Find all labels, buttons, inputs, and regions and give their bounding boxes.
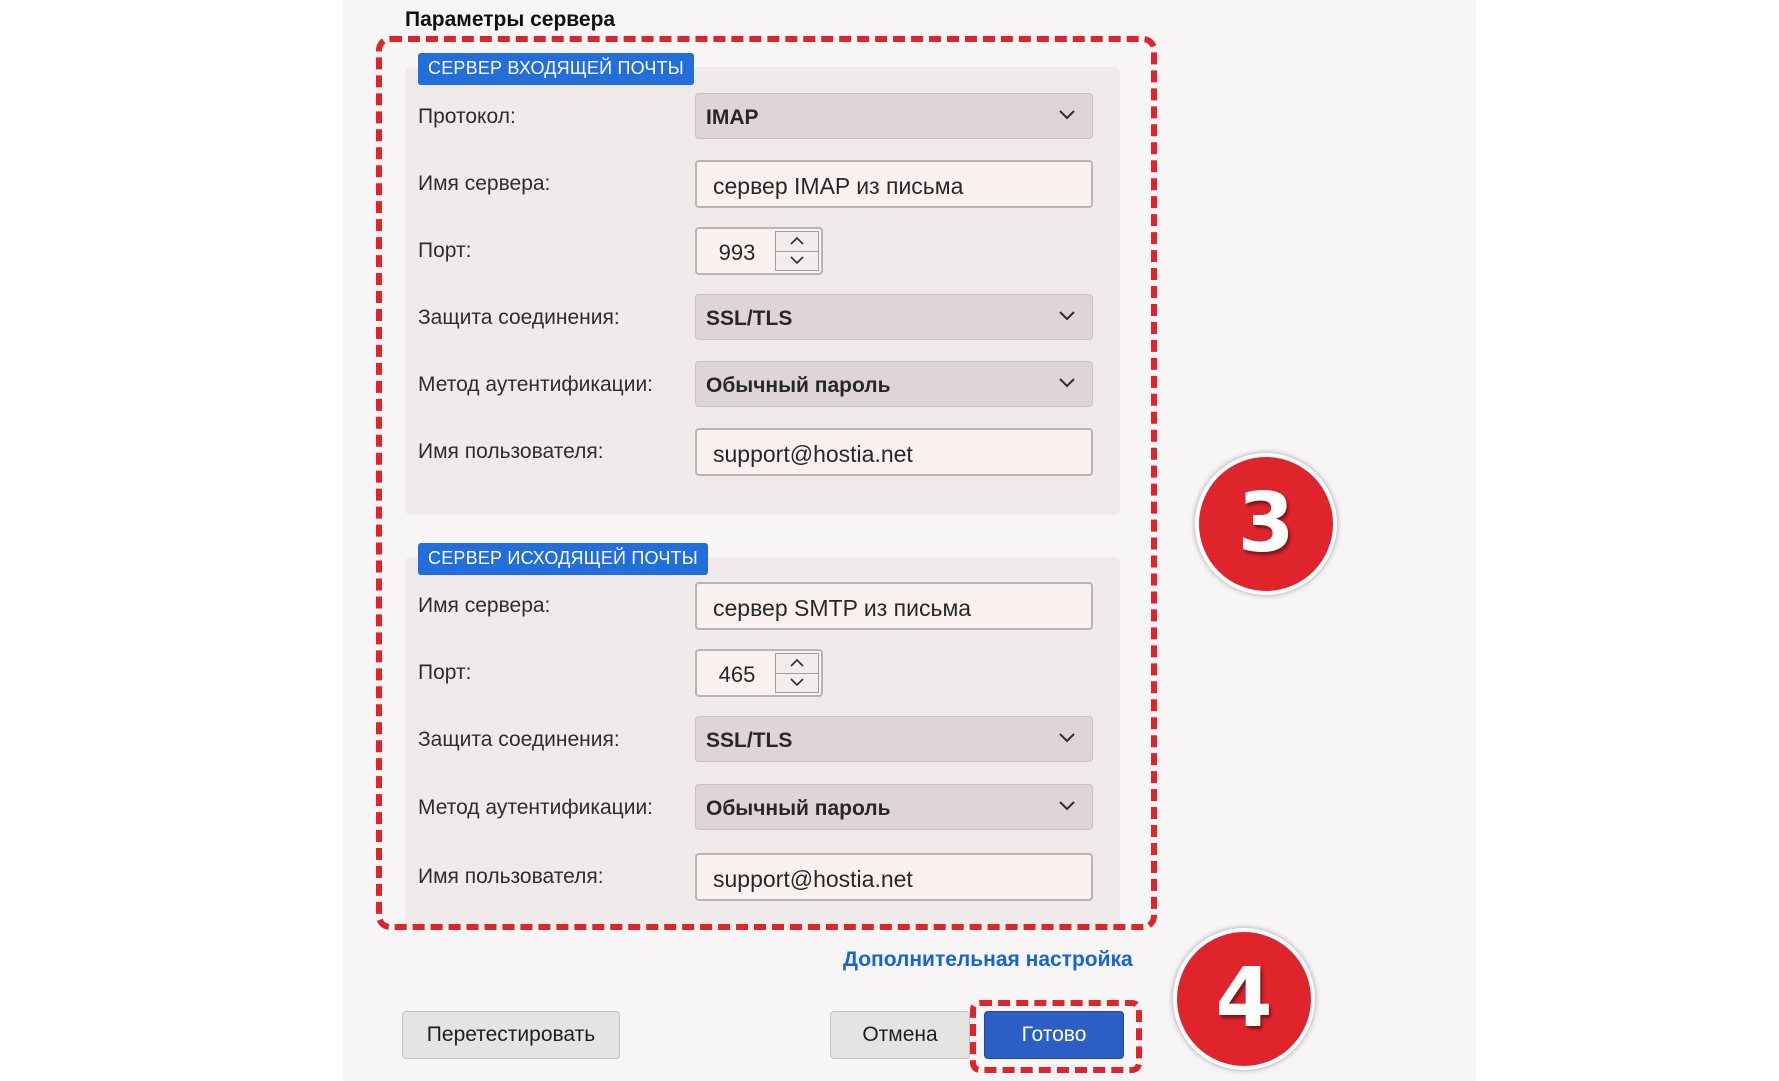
done-button-highlight <box>970 1000 1142 1073</box>
cancel-button[interactable]: Отмена <box>830 1011 970 1059</box>
step-4-marker: 4 <box>1173 928 1315 1070</box>
step-3-marker: 3 <box>1195 453 1337 595</box>
dialog-title: Параметры сервера <box>405 8 616 31</box>
advanced-settings-link[interactable]: Дополнительная настройка <box>843 948 1133 972</box>
server-settings-highlight <box>376 36 1157 930</box>
retest-button[interactable]: Перетестировать <box>402 1011 620 1059</box>
